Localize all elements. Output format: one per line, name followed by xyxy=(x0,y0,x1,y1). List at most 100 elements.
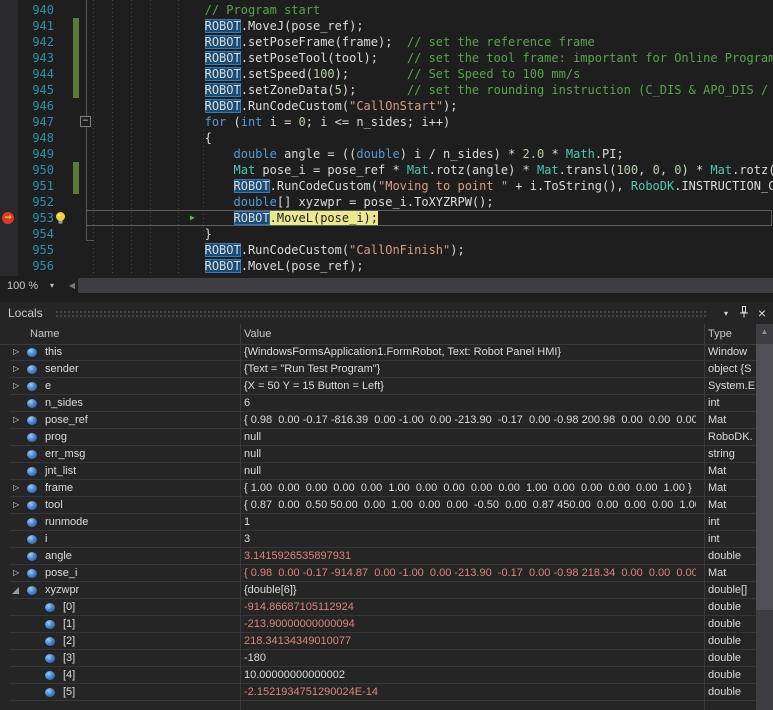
code-text[interactable]: ROBOT.RunCodeCustom("CallOnFinish"); xyxy=(89,242,773,258)
indicator-margin-cell[interactable] xyxy=(0,18,18,34)
value-cell[interactable]: {Text = "Run Test Program"} xyxy=(244,361,696,377)
code-text[interactable]: for (int i = 0; i <= n_sides; i++) xyxy=(89,114,773,130)
scroll-left-icon[interactable]: ◀ xyxy=(66,276,78,296)
indicator-margin-cell[interactable] xyxy=(0,162,18,178)
collapse-toggle[interactable]: − xyxy=(80,116,91,127)
indicator-margin-cell[interactable] xyxy=(0,226,18,242)
value-cell[interactable]: { 0.87 0.00 0.50 50.00 0.00 1.00 0.00 0.… xyxy=(244,497,696,513)
expand-arrow[interactable]: ▷ xyxy=(13,347,19,357)
locals-row-n_sides[interactable]: n_sides6int xyxy=(10,395,756,412)
vertical-scrollbar[interactable]: ▲ xyxy=(756,324,773,710)
expand-arrow[interactable]: ▷ xyxy=(13,500,19,510)
value-cell[interactable]: null xyxy=(244,429,696,445)
indicator-margin-cell[interactable] xyxy=(0,2,18,18)
value-cell[interactable]: {double[6]} xyxy=(244,582,696,598)
value-cell[interactable]: -2.1521934751290024E-14 xyxy=(244,684,696,700)
code-text[interactable]: ROBOT.RunCodeCustom("CallOnStart"); xyxy=(89,98,773,114)
indicator-margin-cell[interactable] xyxy=(0,50,18,66)
column-divider[interactable] xyxy=(240,324,241,710)
locals-row-tool[interactable]: ▷tool{ 0.87 0.00 0.50 50.00 0.00 1.00 0.… xyxy=(10,497,756,514)
breakpoint-icon[interactable]: → xyxy=(2,212,14,224)
column-header-value[interactable]: Value xyxy=(244,324,271,344)
indicator-margin-cell[interactable] xyxy=(0,114,18,130)
locals-row-sender[interactable]: ▷sender{Text = "Run Test Program"}object… xyxy=(10,361,756,378)
close-icon[interactable]: × xyxy=(753,305,771,321)
locals-row-runmode[interactable]: runmode1int xyxy=(10,514,756,531)
locals-row-angle[interactable]: angle3.1415926535897931double xyxy=(10,548,756,565)
expand-arrow[interactable]: ▷ xyxy=(13,415,19,425)
value-cell[interactable]: { 0.98 0.00 -0.17 -816.39 0.00 -1.00 0.0… xyxy=(244,412,696,428)
indicator-margin-cell[interactable] xyxy=(0,98,18,114)
locals-row-0[interactable]: [0]-914.86687105112924double xyxy=(10,599,756,616)
collapse-arrow[interactable] xyxy=(12,587,19,594)
locals-row-5[interactable]: [5]-2.1521934751290024E-14double xyxy=(10,684,756,701)
horizontal-scrollbar[interactable] xyxy=(78,278,773,293)
indicator-margin-cell[interactable] xyxy=(0,242,18,258)
column-header-name[interactable]: Name xyxy=(30,324,59,344)
locals-row-prog[interactable]: prognullRoboDK. xyxy=(10,429,756,446)
code-text[interactable]: ROBOT.MoveJ(pose_ref); xyxy=(89,18,773,34)
locals-row-3[interactable]: [3]-180double xyxy=(10,650,756,667)
value-cell[interactable]: { 0.98 0.00 -0.17 -914.87 0.00 -1.00 0.0… xyxy=(244,565,696,581)
value-cell[interactable]: {WindowsFormsApplication1.FormRobot, Tex… xyxy=(244,344,696,360)
indicator-margin-cell[interactable] xyxy=(0,130,18,146)
code-text[interactable]: } xyxy=(89,226,773,242)
code-text[interactable]: { xyxy=(89,130,773,146)
indicator-margin-cell[interactable] xyxy=(0,146,18,162)
scroll-up-icon[interactable]: ▲ xyxy=(756,324,773,339)
value-cell[interactable]: { 1.00 0.00 0.00 0.00 0.00 1.00 0.00 0.0… xyxy=(244,480,696,496)
code-text[interactable]: ROBOT.MoveL(pose_ref); xyxy=(89,258,773,274)
code-editor[interactable]: 940 // Program start941 ROBOT.MoveJ(pose… xyxy=(0,0,773,276)
value-cell[interactable]: null xyxy=(244,446,696,462)
code-text[interactable]: ROBOT.setPoseFrame(frame); // set the re… xyxy=(89,34,773,50)
locals-row-frame[interactable]: ▷frame{ 1.00 0.00 0.00 0.00 0.00 1.00 0.… xyxy=(10,480,756,497)
locals-row-this[interactable]: ▷this{WindowsFormsApplication1.FormRobot… xyxy=(10,344,756,361)
code-text[interactable]: double[] xyzwpr = pose_i.ToXYZRPW(); xyxy=(89,194,773,210)
scrollbar-thumb[interactable] xyxy=(756,344,773,610)
column-header-type[interactable]: Type xyxy=(708,324,732,344)
indicator-margin-cell[interactable] xyxy=(0,178,18,194)
code-text[interactable]: double angle = ((double) i / n_sides) * … xyxy=(89,146,773,162)
value-cell[interactable]: 10.00000000000002 xyxy=(244,667,696,683)
value-cell[interactable]: -213.90000000000094 xyxy=(244,616,696,632)
locals-row-pose_i[interactable]: ▷pose_i{ 0.98 0.00 -0.17 -914.87 0.00 -1… xyxy=(10,565,756,582)
indicator-margin-cell[interactable]: → xyxy=(0,210,18,226)
code-text[interactable]: ROBOT.setSpeed(100); // Set Speed to 100… xyxy=(89,66,773,82)
locals-row-xyzwpr[interactable]: xyzwpr{double[6]}double[] xyxy=(10,582,756,599)
indicator-margin-cell[interactable] xyxy=(0,34,18,50)
window-position-icon[interactable]: ▾ xyxy=(717,309,735,318)
code-text[interactable]: ROBOT.RunCodeCustom("Moving to point " +… xyxy=(89,178,773,194)
code-text[interactable]: ROBOT.setZoneData(5); // set the roundin… xyxy=(89,82,773,98)
value-cell[interactable]: 3.1415926535897931 xyxy=(244,548,696,564)
value-cell[interactable]: 1 xyxy=(244,514,696,530)
locals-row-e[interactable]: ▷e{X = 50 Y = 15 Button = Left}System.E xyxy=(10,378,756,395)
code-text[interactable]: Mat pose_i = pose_ref * Mat.rotz(angle) … xyxy=(89,162,773,178)
locals-title-bar[interactable]: Locals ▾ × xyxy=(0,302,773,324)
expand-arrow[interactable]: ▷ xyxy=(13,568,19,578)
locals-row-pose_ref[interactable]: ▷pose_ref{ 0.98 0.00 -0.17 -816.39 0.00 … xyxy=(10,412,756,429)
indicator-margin-cell[interactable] xyxy=(0,194,18,210)
code-text[interactable]: // Program start xyxy=(89,2,773,18)
column-divider[interactable] xyxy=(704,324,705,710)
indicator-margin-cell[interactable] xyxy=(0,82,18,98)
zoom-select[interactable]: 100 % ▾ xyxy=(0,276,64,296)
locals-row-4[interactable]: [4]10.00000000000002double xyxy=(10,667,756,684)
locals-row-2[interactable]: [2]218.34134349010077double xyxy=(10,633,756,650)
pin-icon[interactable] xyxy=(735,306,753,321)
expand-arrow[interactable]: ▷ xyxy=(13,483,19,493)
expand-arrow[interactable]: ▷ xyxy=(13,364,19,374)
value-cell[interactable]: 6 xyxy=(244,395,696,411)
value-cell[interactable]: 3 xyxy=(244,531,696,547)
locals-row-1[interactable]: [1]-213.90000000000094double xyxy=(10,616,756,633)
value-cell[interactable]: -180 xyxy=(244,650,696,666)
locals-row-i[interactable]: i3int xyxy=(10,531,756,548)
value-cell[interactable]: -914.86687105112924 xyxy=(244,599,696,615)
value-cell[interactable]: null xyxy=(244,463,696,479)
indicator-margin-cell[interactable] xyxy=(0,66,18,82)
value-cell[interactable]: 218.34134349010077 xyxy=(244,633,696,649)
indicator-margin-cell[interactable] xyxy=(0,258,18,274)
code-text[interactable]: ROBOT.setPoseTool(tool); // set the tool… xyxy=(89,50,773,66)
locals-row-jnt_list[interactable]: jnt_listnullMat xyxy=(10,463,756,480)
expand-arrow[interactable]: ▷ xyxy=(13,381,19,391)
value-cell[interactable]: {X = 50 Y = 15 Button = Left} xyxy=(244,378,696,394)
